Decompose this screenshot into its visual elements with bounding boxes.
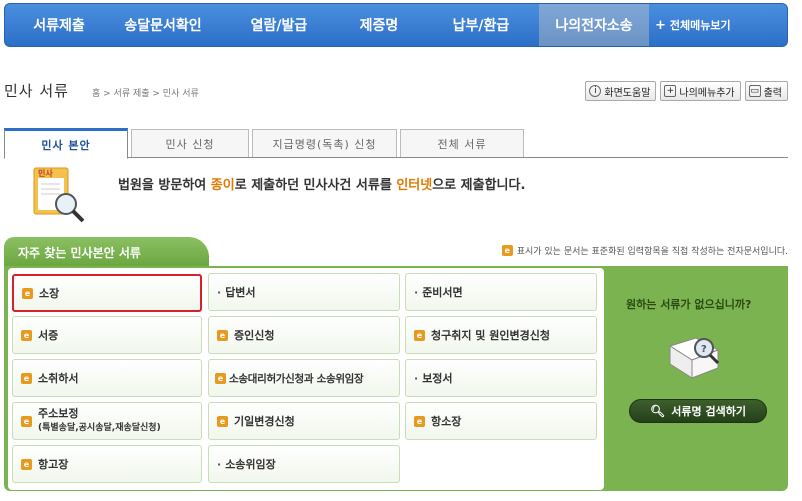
doc-label: 소취하서 [38, 372, 79, 385]
doc-label: 소송대리허가신청과 소송위임장 [229, 372, 364, 385]
info-icon: i [589, 85, 602, 97]
electronic-doc-legend: e 표시가 있는 문서는 표준화된 입력항목을 직접 작성하는 전자문서입니다. [501, 244, 788, 257]
doc-attorney-permission[interactable]: e 소송대리허가신청과 소송위임장 [208, 359, 400, 397]
doc-sublabel: (특별송달,공시송달,재송달신청) [38, 423, 161, 433]
bullet: · [414, 371, 419, 385]
doc-witness-request[interactable]: e 증인신청 [208, 316, 400, 354]
e-document-icon: e [414, 329, 425, 341]
svg-text:?: ? [701, 344, 707, 355]
search-document-name-button[interactable]: 🔍︎ 서류명 검색하기 [629, 399, 767, 423]
no-document-question: 원하는 서류가 없으십니까? [626, 298, 752, 311]
doc-power-of-attorney[interactable]: · 소송위임장 [208, 445, 400, 483]
nav-certificates[interactable]: 제증명 [335, 4, 423, 46]
print-button[interactable]: ▭ 출력 [744, 81, 788, 101]
nav-view-issue[interactable]: 열람/발급 [223, 4, 335, 46]
doc-complaint[interactable]: e 소장 [12, 274, 202, 312]
page-tools: i 화면도움말 + 나의메뉴추가 ▭ 출력 [585, 81, 788, 101]
doc-date-change[interactable]: e 기일변경신청 [208, 402, 400, 440]
bullet: · [217, 457, 222, 471]
doc-label: 청구취지 및 원인변경신청 [431, 329, 550, 342]
tab-all-documents[interactable]: 전체 서류 [400, 129, 524, 157]
doc-label: 주소보정 [38, 407, 79, 420]
tab-payment-order[interactable]: 지급명령(독촉) 신청 [252, 129, 397, 157]
e-document-icon: e [217, 329, 228, 341]
doc-answer[interactable]: · 답변서 [208, 273, 400, 311]
civil-icon-label: 민사 [38, 168, 53, 178]
doc-label: 항고장 [38, 458, 69, 471]
e-document-icon: e [21, 329, 32, 341]
doc-label: 답변서 [225, 286, 256, 299]
e-document-icon: e [501, 245, 513, 256]
civil-document-icon: 민사 [33, 167, 85, 223]
doc-documentary-evidence[interactable]: e 서증 [12, 316, 202, 354]
nav-submit-documents[interactable]: 서류제출 [15, 4, 103, 46]
bookmark-icon: + [664, 85, 677, 97]
add-my-menu-button[interactable]: + 나의메뉴추가 [660, 81, 741, 101]
search-documents-icon: ? [668, 337, 720, 379]
section-title: 자주 찾는 민사본안 서류 [4, 237, 209, 267]
nav-my-e-litigation[interactable]: 나의전자소송 [539, 4, 649, 46]
doc-objection-appeal[interactable]: e 항고장 [12, 445, 202, 483]
e-document-icon: e [21, 415, 32, 427]
screen-help-button[interactable]: i 화면도움말 [585, 81, 657, 101]
doc-label: 준비서면 [422, 286, 463, 299]
print-label: 출력 [763, 87, 782, 99]
all-menu-link[interactable]: + 전체메뉴보기 [655, 4, 731, 46]
doc-label: 소장 [39, 287, 60, 300]
doc-label: 보정서 [422, 372, 453, 385]
e-document-icon: e [217, 415, 228, 427]
add-my-menu-label: 나의메뉴추가 [679, 87, 735, 99]
tab-civil-application[interactable]: 민사 신청 [131, 129, 249, 157]
doc-label: 서증 [38, 329, 59, 342]
doc-label: 기일변경신청 [234, 415, 295, 428]
search-icon: 🔍︎ [650, 404, 666, 418]
nav-served-documents[interactable]: 송달문서확인 [103, 4, 223, 46]
doc-claim-change[interactable]: e 청구취지 및 원인변경신청 [405, 316, 597, 354]
doc-preparatory-brief[interactable]: · 준비서면 [405, 273, 597, 311]
top-navigation: 서류제출 송달문서확인 열람/발급 제증명 납부/환급 나의전자소송 + 전체메… [4, 3, 788, 47]
printer-icon: ▭ [748, 85, 761, 97]
e-document-icon: e [22, 287, 33, 299]
e-document-icon: e [21, 372, 32, 384]
search-button-label: 서류명 검색하기 [671, 405, 746, 418]
nav-payment-refund[interactable]: 납부/환급 [423, 4, 539, 46]
e-document-icon: e [215, 372, 226, 384]
doc-label: 소송위임장 [225, 458, 276, 471]
doc-appeal[interactable]: e 항소장 [405, 402, 597, 440]
doc-label: 항소장 [431, 415, 462, 428]
plus-icon: + [655, 17, 666, 33]
doc-label: 증인신청 [234, 329, 275, 342]
breadcrumb: 홈 > 서류 제출 > 민사 서류 [92, 89, 199, 99]
doc-correction[interactable]: · 보정서 [405, 359, 597, 397]
bullet: · [414, 285, 419, 299]
document-tabs: 민사 본안 민사 신청 지급명령(독촉) 신청 전체 서류 [4, 127, 788, 159]
intro-text: 법원을 방문하여 종이로 제출하던 민사사건 서류를 인터넷으로 제출합니다. [118, 178, 526, 193]
tab-civil-main[interactable]: 민사 본안 [4, 128, 128, 159]
all-menu-label: 전체메뉴보기 [669, 19, 731, 32]
doc-withdrawal[interactable]: e 소취하서 [12, 359, 202, 397]
e-document-icon: e [21, 458, 32, 470]
page-title: 민사 서류 [4, 82, 69, 100]
doc-label-group: 주소보정 (특별송달,공시송달,재송달신청) [38, 407, 161, 435]
legend-text: 표시가 있는 문서는 표준화된 입력항목을 직접 작성하는 전자문서입니다. [516, 247, 788, 257]
doc-address-correction[interactable]: e 주소보정 (특별송달,공시송달,재송달신청) [12, 402, 202, 440]
e-document-icon: e [414, 415, 425, 427]
screen-help-label: 화면도움말 [604, 87, 651, 99]
bullet: · [217, 285, 222, 299]
